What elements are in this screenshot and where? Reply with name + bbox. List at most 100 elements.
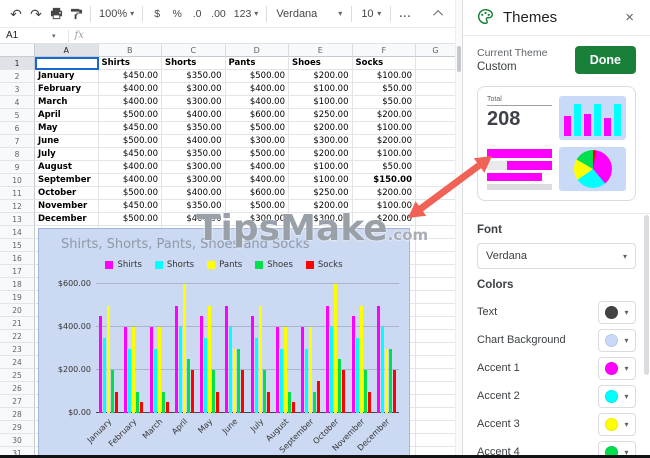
cell-F3[interactable]: $50.00 (352, 83, 416, 96)
row-header-17[interactable]: 17 (0, 265, 35, 278)
cell-A10[interactable]: September (35, 174, 99, 187)
format-currency-button[interactable]: $ (147, 3, 167, 25)
cell-E1[interactable]: Shoes (289, 57, 353, 70)
cell-B11[interactable]: $500.00 (98, 187, 162, 200)
cell-G20[interactable] (416, 304, 455, 317)
cell-A9[interactable]: August (35, 161, 99, 174)
cell-C3[interactable]: $300.00 (162, 83, 226, 96)
font-select[interactable]: Verdana ▾ (477, 243, 636, 269)
row-header-29[interactable]: 29 (0, 421, 35, 434)
cell-D3[interactable]: $400.00 (225, 83, 289, 96)
row-header-25[interactable]: 25 (0, 369, 35, 382)
cell-B2[interactable]: $450.00 (98, 70, 162, 83)
cell-G16[interactable] (416, 252, 455, 265)
row-header-4[interactable]: 4 (0, 96, 35, 109)
cell-A8[interactable]: July (35, 148, 99, 161)
cell-D5[interactable]: $600.00 (225, 109, 289, 122)
cell-D4[interactable]: $400.00 (225, 96, 289, 109)
cell-A7[interactable]: June (35, 135, 99, 148)
cell-F1[interactable]: Socks (352, 57, 416, 70)
color-swatch-button[interactable]: ▾ (598, 412, 636, 436)
cell-G24[interactable] (416, 356, 455, 369)
cell-F7[interactable]: $200.00 (352, 135, 416, 148)
font-family-select[interactable]: Verdana ▾ (271, 3, 347, 25)
row-header-14[interactable]: 14 (0, 226, 35, 239)
format-percent-button[interactable]: % (167, 3, 187, 25)
cell-F5[interactable]: $200.00 (352, 109, 416, 122)
cell-B3[interactable]: $400.00 (98, 83, 162, 96)
cell-D1[interactable]: Pants (225, 57, 289, 70)
cell-E2[interactable]: $200.00 (289, 70, 353, 83)
row-header-30[interactable]: 30 (0, 434, 35, 447)
row-header-26[interactable]: 26 (0, 382, 35, 395)
row-header-20[interactable]: 20 (0, 304, 35, 317)
cell-G27[interactable] (416, 395, 455, 408)
row-header-24[interactable]: 24 (0, 356, 35, 369)
cell-C9[interactable]: $300.00 (162, 161, 226, 174)
color-swatch-button[interactable]: ▾ (598, 384, 636, 408)
cell-C1[interactable]: Shorts (162, 57, 226, 70)
cell-F11[interactable]: $200.00 (352, 187, 416, 200)
cell-C2[interactable]: $350.00 (162, 70, 226, 83)
cell-G11[interactable] (416, 187, 455, 200)
print-button[interactable] (46, 3, 66, 25)
font-size-select[interactable]: 10 ▾ (356, 3, 386, 25)
cell-B12[interactable]: $450.00 (98, 200, 162, 213)
color-swatch-button[interactable]: ▾ (598, 356, 636, 380)
row-header-12[interactable]: 12 (0, 200, 35, 213)
hide-menus-button[interactable] (429, 3, 449, 25)
column-header-D[interactable]: D (225, 44, 289, 57)
cell-A5[interactable]: April (35, 109, 99, 122)
cell-B1[interactable]: Shirts (98, 57, 162, 70)
cell-G22[interactable] (416, 330, 455, 343)
cell-A11[interactable]: October (35, 187, 99, 200)
decrease-decimal-button[interactable]: .0 (187, 3, 207, 25)
row-header-7[interactable]: 7 (0, 135, 35, 148)
cell-E4[interactable]: $100.00 (289, 96, 353, 109)
cell-B5[interactable]: $500.00 (98, 109, 162, 122)
column-header-F[interactable]: F (352, 44, 416, 57)
row-header-28[interactable]: 28 (0, 408, 35, 421)
row-header-22[interactable]: 22 (0, 330, 35, 343)
row-header-5[interactable]: 5 (0, 109, 35, 122)
chevron-down-icon[interactable]: ▾ (52, 32, 56, 40)
column-header-A[interactable]: A (35, 44, 99, 57)
cell-A4[interactable]: March (35, 96, 99, 109)
column-header-E[interactable]: E (289, 44, 353, 57)
cell-F8[interactable]: $100.00 (352, 148, 416, 161)
cell-A3[interactable]: February (35, 83, 99, 96)
row-header-18[interactable]: 18 (0, 278, 35, 291)
more-toolbar-button[interactable]: ... (395, 3, 415, 25)
row-header-19[interactable]: 19 (0, 291, 35, 304)
cell-B7[interactable]: $500.00 (98, 135, 162, 148)
cell-G9[interactable] (416, 161, 455, 174)
cell-D6[interactable]: $500.00 (225, 122, 289, 135)
cell-A2[interactable]: January (35, 70, 99, 83)
cell-D7[interactable]: $300.00 (225, 135, 289, 148)
cell-D8[interactable]: $500.00 (225, 148, 289, 161)
close-icon[interactable]: × (621, 7, 638, 28)
cell-G29[interactable] (416, 421, 455, 434)
color-swatch-button[interactable]: ▾ (598, 300, 636, 324)
select-all-corner[interactable] (0, 44, 35, 57)
cell-B4[interactable]: $400.00 (98, 96, 162, 109)
cell-G28[interactable] (416, 408, 455, 421)
cell-E9[interactable]: $100.00 (289, 161, 353, 174)
row-header-10[interactable]: 10 (0, 174, 35, 187)
cell-D2[interactable]: $500.00 (225, 70, 289, 83)
zoom-select[interactable]: 100% ▾ (95, 3, 138, 25)
cell-G18[interactable] (416, 278, 455, 291)
cell-G25[interactable] (416, 369, 455, 382)
cell-G21[interactable] (416, 317, 455, 330)
cell-A6[interactable]: May (35, 122, 99, 135)
scrollbar-thumb[interactable] (457, 46, 461, 72)
row-header-15[interactable]: 15 (0, 239, 35, 252)
number-format-menu[interactable]: 123 ▾ (230, 3, 263, 25)
cell-E8[interactable]: $200.00 (289, 148, 353, 161)
row-header-13[interactable]: 13 (0, 213, 35, 226)
cell-F6[interactable]: $100.00 (352, 122, 416, 135)
row-header-3[interactable]: 3 (0, 83, 35, 96)
cell-C7[interactable]: $400.00 (162, 135, 226, 148)
cell-F4[interactable]: $50.00 (352, 96, 416, 109)
cell-F10[interactable]: $150.00 (352, 174, 416, 187)
